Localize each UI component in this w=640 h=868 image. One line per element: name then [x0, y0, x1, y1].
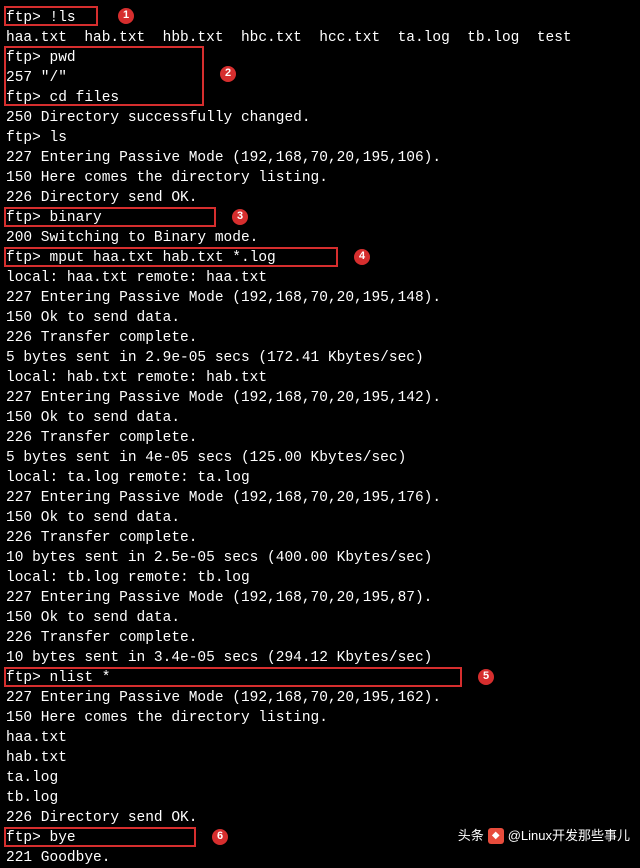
terminal-line: 5 bytes sent in 2.9e-05 secs (172.41 Kby… [6, 348, 634, 368]
terminal-line: local: hab.txt remote: hab.txt [6, 368, 634, 388]
terminal-line: 226 Directory send OK. [6, 188, 634, 208]
terminal-line: 226 Directory send OK. [6, 808, 634, 828]
terminal-line: 226 Transfer complete. [6, 628, 634, 648]
terminal-line: ftp> pwd [6, 48, 634, 68]
terminal-line: ftp> !ls [6, 8, 634, 28]
terminal-line: 150 Ok to send data. [6, 308, 634, 328]
terminal-line: local: tb.log remote: tb.log [6, 568, 634, 588]
terminal-line: 226 Transfer complete. [6, 428, 634, 448]
watermark-logo-icon: ◆ [488, 828, 504, 844]
terminal-line: ftp> cd files [6, 88, 634, 108]
terminal-line: 227 Entering Passive Mode (192,168,70,20… [6, 148, 634, 168]
terminal-line: 227 Entering Passive Mode (192,168,70,20… [6, 488, 634, 508]
terminal-line: tb.log [6, 788, 634, 808]
terminal-line: haa.txt [6, 728, 634, 748]
terminal-line: 227 Entering Passive Mode (192,168,70,20… [6, 588, 634, 608]
terminal-line: ftp> ls [6, 128, 634, 148]
terminal-line: ftp> mput haa.txt hab.txt *.log [6, 248, 634, 268]
terminal-line: ftp> binary [6, 208, 634, 228]
terminal-line: 150 Here comes the directory listing. [6, 168, 634, 188]
terminal-output: ftp> !lshaa.txt hab.txt hbb.txt hbc.txt … [6, 8, 634, 868]
terminal-line: haa.txt hab.txt hbb.txt hbc.txt hcc.txt … [6, 28, 634, 48]
terminal-line: ta.log [6, 768, 634, 788]
watermark: 头条 ◆ @Linux开发那些事儿 [458, 827, 630, 845]
annotation-badge: 2 [220, 66, 236, 82]
annotation-badge: 3 [232, 209, 248, 225]
terminal-line: 150 Ok to send data. [6, 508, 634, 528]
terminal-line: 150 Ok to send data. [6, 608, 634, 628]
terminal-line: 227 Entering Passive Mode (192,168,70,20… [6, 688, 634, 708]
watermark-prefix: 头条 [458, 827, 484, 845]
terminal-line: 200 Switching to Binary mode. [6, 228, 634, 248]
terminal-line: 257 "/" [6, 68, 634, 88]
terminal-line: 227 Entering Passive Mode (192,168,70,20… [6, 388, 634, 408]
terminal-line: 5 bytes sent in 4e-05 secs (125.00 Kbyte… [6, 448, 634, 468]
terminal-line: local: haa.txt remote: haa.txt [6, 268, 634, 288]
terminal-line: 150 Here comes the directory listing. [6, 708, 634, 728]
annotation-badge: 6 [212, 829, 228, 845]
terminal-line: 221 Goodbye. [6, 848, 634, 868]
annotation-badge: 1 [118, 8, 134, 24]
terminal-line: local: ta.log remote: ta.log [6, 468, 634, 488]
terminal-line: ftp> nlist * [6, 668, 634, 688]
watermark-text: @Linux开发那些事儿 [508, 827, 630, 845]
terminal-line: 226 Transfer complete. [6, 528, 634, 548]
annotation-badge: 4 [354, 249, 370, 265]
terminal-line: 250 Directory successfully changed. [6, 108, 634, 128]
annotation-badge: 5 [478, 669, 494, 685]
terminal-line: 150 Ok to send data. [6, 408, 634, 428]
terminal-line: 226 Transfer complete. [6, 328, 634, 348]
terminal-line: 227 Entering Passive Mode (192,168,70,20… [6, 288, 634, 308]
terminal-line: 10 bytes sent in 3.4e-05 secs (294.12 Kb… [6, 648, 634, 668]
terminal-line: hab.txt [6, 748, 634, 768]
terminal-line: 10 bytes sent in 2.5e-05 secs (400.00 Kb… [6, 548, 634, 568]
